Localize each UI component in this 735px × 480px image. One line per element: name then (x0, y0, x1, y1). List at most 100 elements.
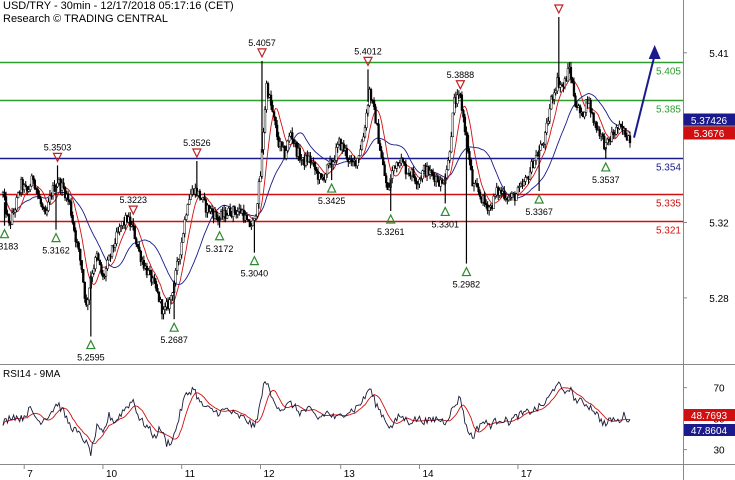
candle-body (291, 132, 294, 140)
low-label-10: 5.3425 (318, 196, 346, 206)
candle-body (469, 159, 473, 170)
candle-body (388, 187, 391, 190)
candle-body (198, 190, 202, 199)
candle-body (335, 147, 338, 161)
candle-body (15, 197, 18, 211)
candle-body (136, 243, 139, 248)
candle-body (547, 120, 550, 124)
candle-body (391, 170, 394, 179)
candle-body (263, 109, 267, 133)
candle-body (385, 175, 388, 184)
candle-body (492, 195, 495, 209)
candle-body (3, 192, 6, 197)
candle-body (259, 176, 262, 182)
candle-body (381, 157, 385, 165)
candle-body (233, 206, 236, 213)
low-label-0: 5.3183 (0, 242, 18, 252)
candle-body (398, 162, 401, 167)
candle-body (274, 116, 277, 126)
candle-body (589, 100, 592, 113)
high-marker-17 (553, 4, 564, 15)
high-label-1: 5.3503 (44, 142, 72, 152)
candle-body (154, 281, 158, 289)
candle-body (619, 124, 623, 127)
candle-body (153, 277, 156, 282)
candle-body (77, 242, 80, 250)
candle-body (313, 162, 317, 170)
candle-body (462, 110, 465, 118)
candle-body (188, 199, 191, 205)
candle-body (601, 133, 604, 137)
candle-body (332, 161, 335, 165)
candle-body (71, 215, 74, 223)
rsi-tick-label-2: 30 (713, 446, 725, 457)
candle-body (465, 131, 468, 136)
candle-body (522, 181, 526, 186)
level-label-1: 5.385 (656, 105, 681, 116)
price-tick-label-0: 5.41 (709, 49, 729, 60)
candle-body (309, 155, 312, 164)
candle-body (365, 112, 368, 128)
candle-body (592, 112, 595, 123)
low-label-16: 5.3367 (525, 207, 553, 217)
low-marker-2 (51, 232, 61, 243)
low-marker-10 (326, 182, 337, 193)
level-label-0: 5.405 (656, 67, 681, 78)
candle-body (374, 106, 377, 124)
candle-body (288, 135, 291, 142)
projection-arrow-line (633, 54, 656, 138)
candle-body (39, 198, 43, 205)
candle-body (363, 127, 367, 138)
candle-body (210, 208, 214, 212)
candle-body (369, 89, 373, 101)
candle-body (548, 108, 551, 122)
time-tick-label-4: 13 (344, 469, 356, 480)
candle-body (177, 259, 180, 262)
candle-body (412, 169, 415, 177)
candle-body (359, 149, 362, 157)
candle-body (445, 169, 448, 179)
candle-body (100, 264, 103, 274)
high-marker-1 (52, 152, 63, 163)
low-marker-7 (214, 230, 225, 241)
candle-body (360, 140, 364, 150)
low-label-8: 5.3040 (241, 269, 269, 279)
candle-body (324, 173, 327, 181)
candle-body (441, 179, 444, 184)
candle-body (179, 254, 182, 260)
candle-body (572, 82, 576, 97)
candle-body (280, 141, 283, 147)
candle-body (298, 147, 301, 161)
candle-body (269, 94, 273, 106)
candle-body (254, 215, 258, 219)
candle-body (163, 306, 167, 310)
candle-body (624, 127, 627, 138)
candle-body (135, 238, 138, 245)
high-label-11: 5.4012 (354, 46, 382, 56)
low-label-7: 5.3172 (206, 244, 234, 254)
time-tick-label-0: 7 (27, 469, 33, 480)
price-tick-label-3: 5.28 (709, 294, 729, 305)
candle-body (82, 269, 85, 283)
candle-body (245, 215, 248, 220)
high-label-4: 5.3223 (119, 195, 147, 205)
candle-body (431, 172, 435, 177)
candle-body (262, 132, 265, 150)
candle-body (33, 179, 36, 189)
high-marker-14 (455, 80, 466, 91)
candle-body (113, 243, 117, 248)
candle-body (47, 201, 50, 211)
candle-body (430, 170, 433, 174)
candle-body (180, 242, 183, 256)
candle-body (421, 170, 424, 179)
candle-body (185, 214, 188, 220)
candle-body (478, 191, 482, 197)
candle-body (528, 171, 532, 180)
candle-body (86, 299, 89, 306)
candle-body (138, 246, 141, 252)
high-marker-9 (257, 48, 267, 59)
candle-body (203, 196, 206, 200)
candle-body (286, 140, 289, 151)
candle-body (215, 211, 218, 218)
candle-body (345, 147, 348, 159)
